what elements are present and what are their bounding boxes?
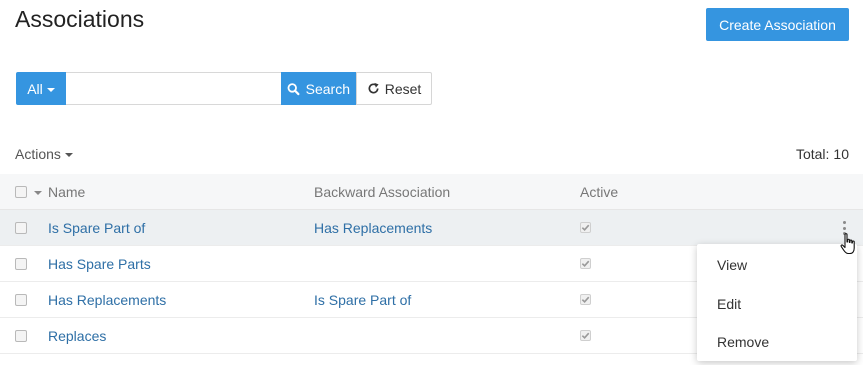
search-bar: All Search Reset <box>16 72 432 105</box>
association-name-link[interactable]: Has Replacements <box>48 292 166 308</box>
row-checkbox[interactable] <box>15 257 27 270</box>
active-checkbox <box>580 330 591 341</box>
actions-dropdown[interactable]: Actions <box>15 146 73 162</box>
active-checkbox <box>580 294 591 305</box>
total-value: 10 <box>833 146 849 162</box>
total-label: Total: <box>795 146 830 162</box>
check-icon <box>581 224 590 232</box>
active-checkbox <box>580 258 591 269</box>
association-name-link[interactable]: Is Spare Part of <box>48 220 145 236</box>
reset-button[interactable]: Reset <box>356 72 432 105</box>
menu-item-view[interactable]: View <box>697 246 857 285</box>
check-icon <box>581 296 590 304</box>
caret-down-icon <box>46 87 55 92</box>
association-name-link[interactable]: Replaces <box>48 328 106 344</box>
search-input[interactable] <box>66 72 281 105</box>
column-header-active[interactable]: Active <box>580 174 618 209</box>
search-scope-dropdown[interactable]: All <box>16 72 66 105</box>
column-header-backward-association[interactable]: Backward Association <box>314 174 450 209</box>
check-icon <box>581 332 590 340</box>
row-actions-dropdown: View Edit Remove <box>697 244 857 361</box>
total-count: Total: 10 <box>796 146 849 162</box>
create-association-button[interactable]: Create Association <box>706 8 849 41</box>
check-icon <box>581 260 590 268</box>
association-name-link[interactable]: Has Spare Parts <box>48 256 151 272</box>
reset-button-label: Reset <box>384 80 422 97</box>
row-checkbox[interactable] <box>15 329 27 342</box>
refresh-icon <box>368 82 379 94</box>
table-row[interactable]: Is Spare Part of Has Replacements <box>0 210 863 246</box>
caret-down-icon[interactable] <box>34 190 42 195</box>
active-checkbox <box>580 222 591 233</box>
row-checkbox[interactable] <box>15 293 27 306</box>
search-button[interactable]: Search <box>281 72 356 105</box>
menu-item-edit[interactable]: Edit <box>697 285 857 324</box>
backward-association-link[interactable]: Has Replacements <box>314 220 432 236</box>
mass-select[interactable] <box>15 174 42 209</box>
search-button-label: Search <box>305 80 350 97</box>
search-scope-label: All <box>27 80 43 97</box>
search-icon <box>287 82 300 95</box>
actions-label: Actions <box>15 146 61 162</box>
table-header: Name Backward Association Active <box>0 174 863 210</box>
backward-association-link[interactable]: Is Spare Part of <box>314 292 411 308</box>
select-all-checkbox[interactable] <box>15 185 27 198</box>
column-header-name[interactable]: Name <box>48 174 85 209</box>
caret-down-icon <box>64 153 73 157</box>
hand-pointer-cursor-icon <box>840 233 855 255</box>
menu-item-remove[interactable]: Remove <box>697 323 857 362</box>
page-title: Associations <box>15 6 145 32</box>
row-checkbox[interactable] <box>15 221 27 234</box>
